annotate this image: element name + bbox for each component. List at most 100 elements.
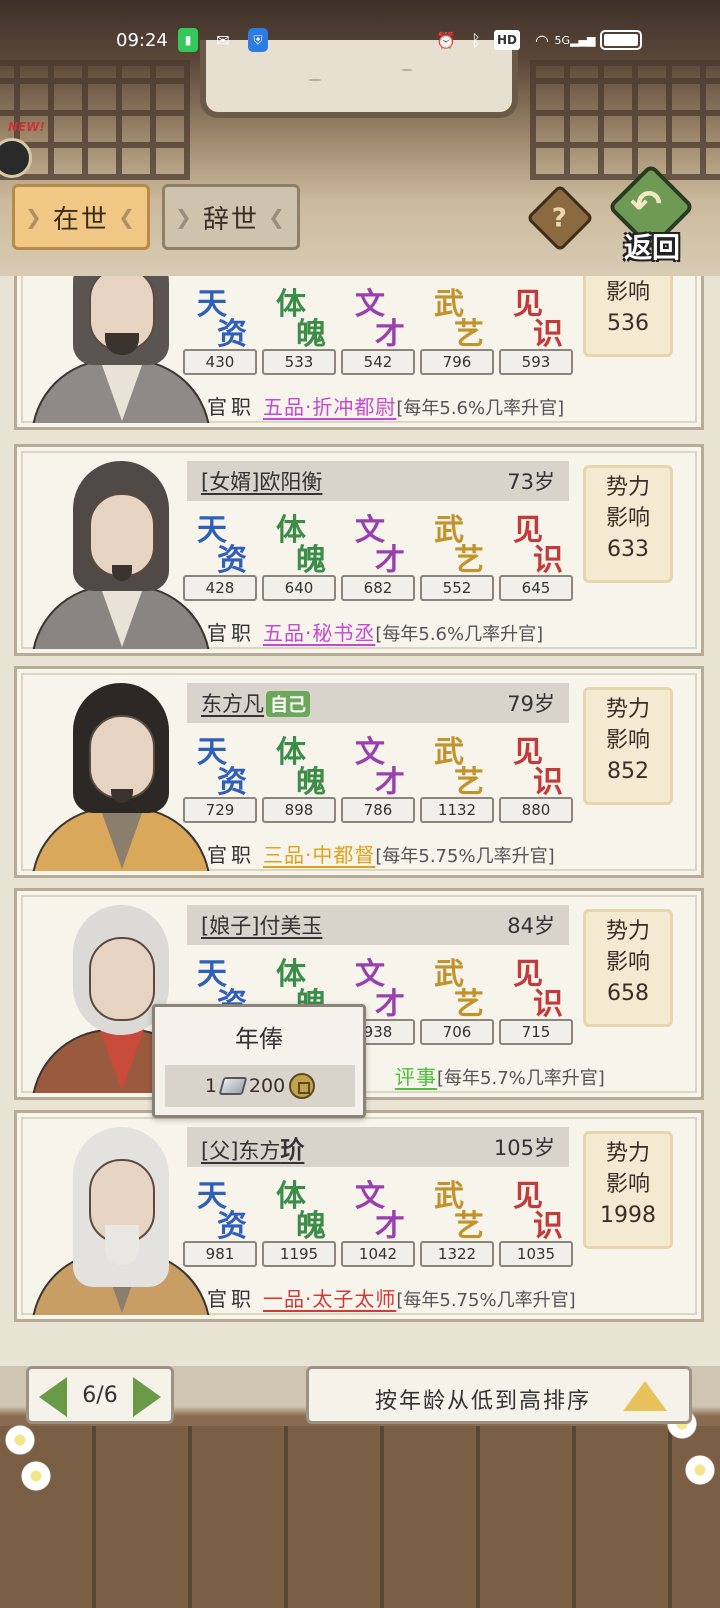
attr-insight: 见识 645 xyxy=(499,505,575,615)
attr-value: 1322 xyxy=(420,1241,494,1267)
influence-box: 势力 影响 536 xyxy=(583,276,673,357)
influence-label-2: 影响 xyxy=(605,1172,650,1197)
office-label: 官职 xyxy=(207,843,255,867)
attr-glyph: 识 xyxy=(533,317,563,352)
lattice-window-right xyxy=(530,60,720,180)
influence-label-2: 影响 xyxy=(605,950,650,975)
member-attributes: 天资 729 体魄 898 文才 786 武艺 1132 见识 880 xyxy=(183,727,583,837)
next-page-arrow-icon[interactable] xyxy=(133,1377,161,1417)
attr-value: 682 xyxy=(341,575,415,601)
promotion-rate: [每年5.6%几率升官] xyxy=(375,624,544,645)
attr-value: 898 xyxy=(262,797,336,823)
back-button[interactable]: ↶ 返回 xyxy=(606,163,698,264)
member-office: 官职 五品·秘书丞[每年5.6%几率升官] xyxy=(207,617,543,646)
office-label: 官职 xyxy=(207,395,255,419)
attr-glyph: 魄 xyxy=(296,765,326,800)
attr-glyph: 资 xyxy=(217,543,247,578)
new-badge[interactable]: NEW! xyxy=(0,120,45,180)
promotion-rate: [每年5.75%几率升官] xyxy=(396,1290,576,1311)
self-badge: 自己 xyxy=(266,691,310,717)
attr-glyph: 魄 xyxy=(296,1209,326,1244)
pager: 6/6 xyxy=(26,1366,174,1424)
tab-deceased-label: 辞世 xyxy=(202,204,259,235)
sort-ascending-icon xyxy=(623,1381,667,1411)
attr-glyph: 识 xyxy=(533,543,563,578)
attr-glyph: 识 xyxy=(533,1209,563,1244)
tab-deceased[interactable]: 辞世 xyxy=(162,184,300,250)
attr-glyph: 艺 xyxy=(454,317,484,352)
member-attributes: 天资 430 体魄 533 文才 542 武艺 796 见识 593 xyxy=(183,279,583,389)
attr-aptitude: 天资 981 xyxy=(183,1171,259,1281)
attr-physique: 体魄 1195 xyxy=(262,1171,338,1281)
office-rank[interactable]: 五品·折冲都尉 xyxy=(263,395,396,419)
influence-value: 1998 xyxy=(600,1203,656,1228)
member-name-group: 东方凡 自己 xyxy=(201,688,310,718)
attr-value: 1035 xyxy=(499,1241,573,1267)
member-age: 79岁 xyxy=(507,692,555,716)
wifi-icon: ◠ xyxy=(535,30,549,50)
silver-amount: 1 xyxy=(204,1075,217,1097)
attr-value: 1132 xyxy=(420,797,494,823)
influence-label-1: 势力 xyxy=(605,697,650,722)
attr-glyph: 魄 xyxy=(296,543,326,578)
new-badge-label: NEW! xyxy=(8,120,45,134)
member-card[interactable]: [父]东方玠 105岁 天资 981 体魄 1195 文才 1042 武艺 1322 见… xyxy=(14,1110,704,1322)
attr-aptitude: 天资 428 xyxy=(183,505,259,615)
member-age: 73岁 xyxy=(507,470,555,494)
sort-button[interactable]: 按年龄从低到高排序 xyxy=(306,1366,692,1424)
member-name[interactable]: [女婿]欧阳衡 xyxy=(201,466,322,496)
member-office: 官职 三品·中都督[每年5.75%几率升官] xyxy=(207,839,555,868)
influence-label-1: 势力 xyxy=(605,919,650,944)
tab-alive[interactable]: 在世 xyxy=(12,184,150,250)
member-name-bar: 东方凡 自己 79岁 xyxy=(187,683,569,723)
member-attributes: 天资 981 体魄 1195 文才 1042 武艺 1322 见识 1035 xyxy=(183,1171,583,1281)
attr-glyph: 才 xyxy=(375,765,405,800)
attr-value: 796 xyxy=(420,349,494,375)
member-card[interactable]: 天资 430 体魄 533 文才 542 武艺 796 见识 593 官职 五品·折冲都尉[… xyxy=(14,276,704,430)
attr-martial: 武艺 706 xyxy=(420,949,496,1059)
attr-value: 706 xyxy=(420,1019,494,1045)
attr-value: 640 xyxy=(262,575,336,601)
family-list[interactable]: 天资 430 体魄 533 文才 542 武艺 796 见识 593 官职 五品·折冲都尉[… xyxy=(0,276,720,1366)
flower-decoration xyxy=(680,1450,720,1490)
member-card[interactable]: [女婿]欧阳衡 73岁 天资 428 体魄 640 文才 682 武艺 552 见识 64… xyxy=(14,444,704,656)
office-rank[interactable]: 评事 xyxy=(395,1065,437,1089)
attr-martial: 武艺 1322 xyxy=(420,1171,496,1281)
office-rank[interactable]: 一品·太子太师 xyxy=(263,1287,396,1311)
member-name[interactable]: 东方凡 xyxy=(201,692,264,716)
copper-coin-icon xyxy=(289,1073,316,1099)
attr-glyph: 艺 xyxy=(454,543,484,578)
member-name-bar: [女婿]欧阳衡 73岁 xyxy=(187,461,569,501)
attr-value: 729 xyxy=(183,797,257,823)
attr-glyph: 才 xyxy=(375,987,405,1022)
attr-glyph: 资 xyxy=(217,1209,247,1244)
influence-box: 势力 影响 658 xyxy=(583,909,673,1027)
attr-glyph: 艺 xyxy=(454,987,484,1022)
battery-app-icon: ▮ xyxy=(178,28,198,52)
attr-value: 1195 xyxy=(262,1241,336,1267)
attr-martial: 武艺 796 xyxy=(420,279,496,389)
member-name-group[interactable]: [父]东方玠 xyxy=(201,1130,304,1165)
influence-label-2: 影响 xyxy=(605,728,650,753)
attr-martial: 武艺 552 xyxy=(420,505,496,615)
member-card-self[interactable]: 东方凡 自己 79岁 天资 729 体魄 898 文才 786 武艺 1132 见识 880… xyxy=(14,666,704,878)
attr-physique: 体魄 898 xyxy=(262,727,338,837)
attr-glyph: 才 xyxy=(375,317,405,352)
portrait-beard xyxy=(105,1225,139,1265)
influence-value: 536 xyxy=(607,311,649,336)
member-attributes: 天资 428 体魄 640 文才 682 武艺 552 见识 645 xyxy=(183,505,583,615)
member-name: [父]东方 xyxy=(201,1138,281,1163)
attr-aptitude: 天资 729 xyxy=(183,727,259,837)
question-icon: ? xyxy=(551,203,567,234)
influence-value: 852 xyxy=(607,759,649,784)
attr-glyph: 魄 xyxy=(296,317,326,352)
office-rank[interactable]: 三品·中都督 xyxy=(263,843,375,867)
hd-icon: HD xyxy=(494,30,520,50)
wood-planks xyxy=(0,1426,720,1608)
office-rank[interactable]: 五品·秘书丞 xyxy=(263,621,375,645)
salary-tooltip: 年俸 1 200 xyxy=(152,1004,366,1118)
member-name[interactable]: [娘子]付美玉 xyxy=(201,910,322,940)
influence-box: 势力 影响 852 xyxy=(583,687,673,805)
attr-martial: 武艺 1132 xyxy=(420,727,496,837)
alarm-icon: ⏰ xyxy=(436,30,456,50)
